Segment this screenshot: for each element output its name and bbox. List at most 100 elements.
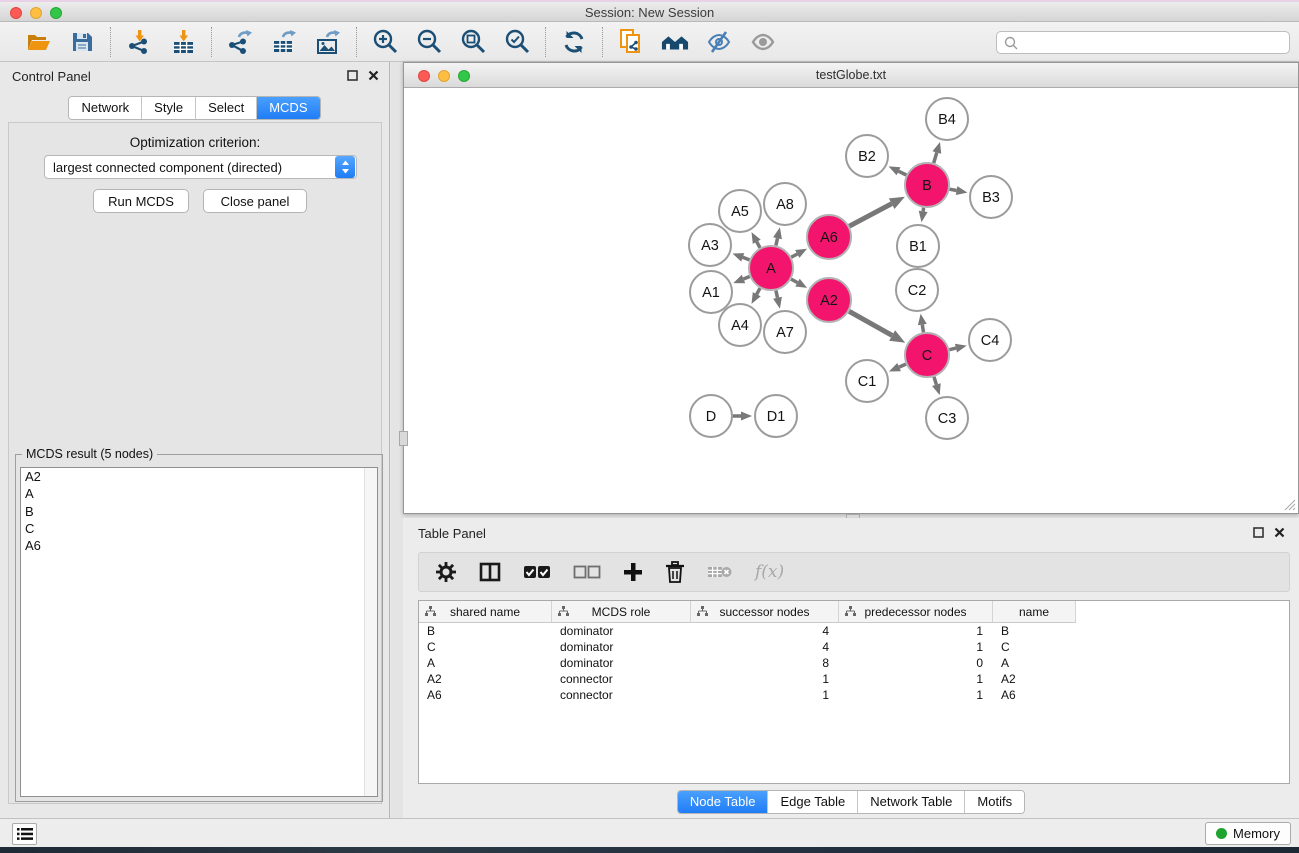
graph-edge[interactable]: [934, 377, 936, 385]
graph-node-label: C2: [908, 283, 927, 299]
table-cell: 4: [691, 639, 839, 655]
mcds-result-item[interactable]: A6: [21, 537, 377, 554]
run-mcds-button[interactable]: Run MCDS: [93, 189, 189, 213]
splitter-handle[interactable]: [399, 431, 408, 446]
graph-edge-arrowhead: [919, 211, 928, 223]
graph-edge-arrowhead: [889, 166, 901, 175]
export-network-icon[interactable]: [226, 28, 254, 56]
mcds-result-item[interactable]: C: [21, 520, 377, 537]
table-cell: 1: [839, 671, 993, 687]
graph-edge-arrowhead: [733, 275, 745, 283]
tab-edge-table[interactable]: Edge Table: [767, 791, 857, 813]
graph-edge[interactable]: [899, 171, 907, 175]
export-image-icon[interactable]: [314, 28, 342, 56]
import-network-icon[interactable]: [125, 28, 153, 56]
mcds-result-list[interactable]: A2ABCA6: [20, 467, 378, 797]
hide-panels-icon[interactable]: [705, 28, 733, 56]
column-type-icon: [697, 606, 708, 617]
zoom-in-icon[interactable]: [371, 28, 399, 56]
zoom-out-icon[interactable]: [415, 28, 443, 56]
graph-edge[interactable]: [791, 279, 797, 283]
open-session-icon[interactable]: [24, 28, 52, 56]
memory-button[interactable]: Memory: [1205, 822, 1291, 845]
close-panel-icon[interactable]: [1274, 527, 1285, 538]
graph-edge[interactable]: [849, 204, 891, 227]
table-cell: 1: [839, 639, 993, 655]
delete-column-icon[interactable]: [665, 561, 685, 583]
zoom-fit-icon[interactable]: [459, 28, 487, 56]
table-body: Bdominator41BCdominator41CAdominator80AA…: [419, 623, 1289, 703]
graph-node-label: A3: [701, 238, 719, 254]
graph-edge[interactable]: [923, 208, 924, 212]
network-window-titlebar[interactable]: testGlobe.txt: [404, 63, 1298, 88]
export-table-icon[interactable]: [270, 28, 298, 56]
add-column-icon[interactable]: [623, 562, 643, 582]
network-graph[interactable]: B4B2BB3A8A5A6A3B1AC2A1A2A4A7C4CC1DD1C3: [404, 88, 1298, 513]
table-cell: dominator: [552, 623, 691, 639]
graph-edge[interactable]: [776, 238, 778, 245]
close-panel-icon[interactable]: [368, 70, 379, 81]
graph-edge[interactable]: [934, 153, 937, 164]
graph-edge-arrowhead: [889, 363, 901, 372]
scrollbar[interactable]: [364, 468, 377, 796]
column-type-icon: [845, 606, 856, 617]
mcds-result-item[interactable]: A2: [21, 468, 377, 485]
graph-edge[interactable]: [743, 257, 750, 260]
mcds-result-item[interactable]: B: [21, 503, 377, 520]
graph-edge[interactable]: [950, 189, 957, 190]
table-row[interactable]: Bdominator41B: [419, 623, 1289, 639]
clone-network-icon[interactable]: [617, 28, 645, 56]
graph-edge[interactable]: [757, 288, 760, 294]
mcds-result-item[interactable]: A: [21, 485, 377, 502]
table-cell: 0: [839, 655, 993, 671]
table-row[interactable]: Adominator80A: [419, 655, 1289, 671]
table-cell: A2: [419, 671, 552, 687]
column-header-successor-nodes[interactable]: successor nodes: [691, 601, 839, 623]
graph-edge[interactable]: [744, 277, 750, 280]
tab-select[interactable]: Select: [195, 97, 256, 119]
graph-node-label: A6: [820, 230, 838, 246]
graph-edge[interactable]: [949, 348, 956, 350]
optimization-criterion-select[interactable]: largest connected component (directed): [44, 155, 357, 179]
refresh-icon[interactable]: [560, 28, 588, 56]
float-panel-icon[interactable]: [1253, 527, 1264, 538]
resize-grip-icon[interactable]: [1282, 497, 1296, 511]
column-browser-icon[interactable]: [479, 561, 501, 583]
save-session-icon[interactable]: [68, 28, 96, 56]
graph-edge[interactable]: [922, 325, 923, 333]
tab-network-table[interactable]: Network Table: [857, 791, 964, 813]
column-header-shared-name[interactable]: shared name: [419, 601, 552, 623]
tab-motifs[interactable]: Motifs: [964, 791, 1024, 813]
network-canvas[interactable]: B4B2BB3A8A5A6A3B1AC2A1A2A4A7C4CC1DD1C3: [404, 88, 1298, 513]
tab-node-table[interactable]: Node Table: [678, 791, 768, 813]
home-icon[interactable]: [661, 28, 689, 56]
float-panel-icon[interactable]: [347, 70, 358, 81]
column-header-name[interactable]: name: [993, 601, 1076, 623]
select-all-icon[interactable]: [523, 564, 551, 580]
show-panels-icon[interactable]: [749, 28, 777, 56]
search-input[interactable]: [1020, 34, 1289, 52]
task-history-button[interactable]: [12, 823, 37, 845]
table-row[interactable]: A6connector11A6: [419, 687, 1289, 703]
column-header-predecessor-nodes[interactable]: predecessor nodes: [839, 601, 993, 623]
tab-mcds[interactable]: MCDS: [256, 97, 319, 119]
import-table-icon[interactable]: [169, 28, 197, 56]
graph-edge[interactable]: [776, 291, 778, 298]
zoom-selected-icon[interactable]: [503, 28, 531, 56]
table-row[interactable]: Cdominator41C: [419, 639, 1289, 655]
node-table[interactable]: shared nameMCDS rolesuccessor nodesprede…: [418, 600, 1290, 784]
graph-node-label: A2: [820, 293, 838, 309]
main-toolbar: [0, 22, 1299, 62]
tab-network[interactable]: Network: [69, 97, 141, 119]
graph-edge[interactable]: [791, 254, 797, 257]
graph-edge[interactable]: [757, 242, 760, 248]
table-row[interactable]: A2connector11A2: [419, 671, 1289, 687]
close-panel-button[interactable]: Close panel: [203, 189, 307, 213]
settings-gear-icon[interactable]: [435, 561, 457, 583]
graph-edge[interactable]: [899, 364, 906, 367]
tab-style[interactable]: Style: [141, 97, 195, 119]
search-field[interactable]: [996, 31, 1290, 54]
deselect-all-icon[interactable]: [573, 564, 601, 580]
graph-edge[interactable]: [849, 311, 892, 335]
column-header-MCDS-role[interactable]: MCDS role: [552, 601, 691, 623]
